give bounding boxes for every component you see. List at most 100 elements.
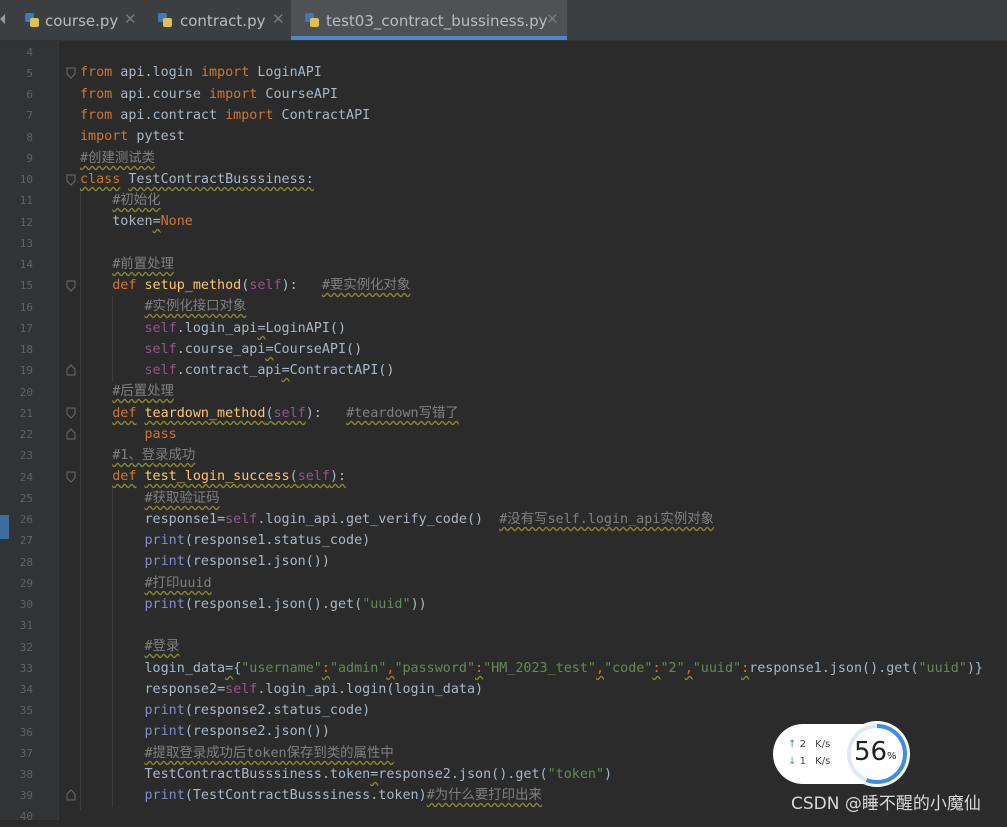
line-number: 4 [26, 46, 33, 59]
line-number: 32 [19, 641, 33, 654]
code-line-18: self.course_api=CourseAPI() [80, 339, 363, 360]
python-file-icon [158, 13, 172, 27]
fold-start-icon[interactable] [66, 407, 76, 419]
memory-usage-gauge[interactable]: 56 % [844, 721, 910, 787]
code-text: (response2.status_code) [184, 703, 371, 718]
line-number: 13 [19, 237, 33, 250]
line-number: 39 [19, 789, 33, 802]
fold-start-icon[interactable] [66, 174, 76, 186]
function-name: teardown_method [144, 406, 266, 421]
code-line-15: def setup_method(self): #要实例化对象 [80, 275, 410, 296]
keyword: def [112, 406, 137, 421]
code-text: )) [410, 597, 427, 612]
line-number: 30 [19, 598, 33, 611]
code-line-19: self.contract_api=ContractAPI() [80, 360, 395, 381]
string-literal: "HM_2023_test" [483, 661, 596, 676]
line-number: 11 [19, 194, 33, 207]
line-number: 20 [19, 386, 33, 399]
line-number: 22 [19, 428, 33, 441]
tab-label: test03_contract_bussiness.py [326, 12, 548, 30]
operator: = [217, 682, 226, 697]
builtin-function: print [144, 554, 185, 569]
line-number: 16 [19, 301, 33, 314]
code-text: ): [281, 278, 322, 293]
code-text: pytest [128, 129, 185, 144]
scroll-tabs-left-icon[interactable] [0, 14, 5, 24]
self-keyword: self [144, 363, 177, 378]
line-number: 23 [19, 449, 33, 462]
builtin-function: print [144, 724, 185, 739]
keyword: pass [144, 427, 177, 442]
code-text: .login_api [176, 321, 258, 336]
tab-test03-contract-bussiness-py[interactable]: test03_contract_bussiness.py ✕ [291, 0, 567, 40]
close-tab-icon[interactable]: ✕ [272, 10, 285, 28]
line-number: 40 [19, 810, 33, 823]
code-text: (TestContractBusssiness.token) [184, 788, 427, 803]
line-number: 12 [19, 216, 33, 229]
code-text: ): [329, 469, 347, 484]
editor-tab-bar: course.py ✕ contract.py ✕ test03_contrac… [0, 0, 1007, 41]
operator: = [217, 512, 226, 527]
builtin-function: print [144, 533, 185, 548]
punctuation: : [741, 661, 750, 676]
code-line-9: #创建测试类 [80, 148, 155, 169]
line-number: 38 [19, 768, 33, 781]
code-text: api.contract [112, 108, 226, 123]
line-number: 29 [19, 577, 33, 590]
code-text: response1 [80, 512, 218, 527]
fold-start-icon[interactable] [66, 471, 76, 483]
code-line-12: token=None [80, 211, 193, 232]
keyword: import [209, 87, 258, 102]
tab-course-py[interactable]: course.py ✕ [12, 0, 144, 40]
string-literal: "uuid" [362, 597, 411, 612]
fold-start-icon[interactable] [66, 280, 76, 292]
close-tab-icon[interactable]: ✕ [124, 10, 137, 28]
code-text: LoginAPI [249, 65, 322, 80]
line-number: 28 [19, 556, 33, 569]
close-tab-icon[interactable]: ✕ [546, 10, 559, 28]
fold-end-icon[interactable] [66, 364, 76, 376]
code-text: .login_api.get_verify_code() [257, 512, 500, 527]
code-line-21: def teardown_method(self): #teardown写错了 [80, 403, 459, 424]
usage-percent: 56 [854, 737, 888, 767]
code-text: response2.json().get( [378, 767, 548, 782]
code-line-20: #后置处理 [80, 381, 174, 402]
code-line-6: from api.course import CourseAPI [80, 84, 338, 105]
gutter-divider [58, 41, 59, 820]
fold-start-icon[interactable] [66, 67, 76, 79]
fold-end-icon[interactable] [66, 428, 76, 440]
line-number: 37 [19, 747, 33, 760]
code-text: api.login [112, 65, 201, 80]
comment: #获取验证码 [144, 491, 220, 506]
builtin-function: print [144, 597, 185, 612]
self-keyword: self [273, 406, 306, 421]
code-line-32: #登录 [80, 636, 180, 657]
code-line-25: #获取验证码 [80, 488, 220, 509]
class-name: TestContractBusssiness: [128, 172, 314, 187]
self-keyword: self [297, 469, 330, 484]
punctuation: , [596, 661, 605, 676]
string-literal: "2" [660, 661, 685, 676]
tab-label: course.py [45, 12, 119, 30]
code-text: login_data [80, 661, 226, 676]
code-text: TestContractBusssiness.token [80, 767, 371, 782]
punctuation: : [652, 661, 661, 676]
line-number: 6 [26, 88, 33, 101]
upload-speed: ↑ 2 K/s [788, 739, 830, 750]
fold-end-icon[interactable] [66, 789, 76, 801]
code-line-17: self.login_api=LoginAPI() [80, 318, 347, 339]
code-line-27: print(response1.status_code) [80, 530, 371, 551]
code-text: (response1.json().get( [184, 597, 363, 612]
code-text: response1.json().get( [749, 661, 919, 676]
code-text: ( [289, 469, 298, 484]
keyword: class [80, 172, 121, 187]
punctuation: : [475, 661, 484, 676]
line-number: 5 [26, 67, 33, 80]
self-keyword: self [144, 342, 177, 357]
code-text: ContractAPI() [289, 363, 395, 378]
tab-contract-py[interactable]: contract.py ✕ [144, 0, 290, 40]
